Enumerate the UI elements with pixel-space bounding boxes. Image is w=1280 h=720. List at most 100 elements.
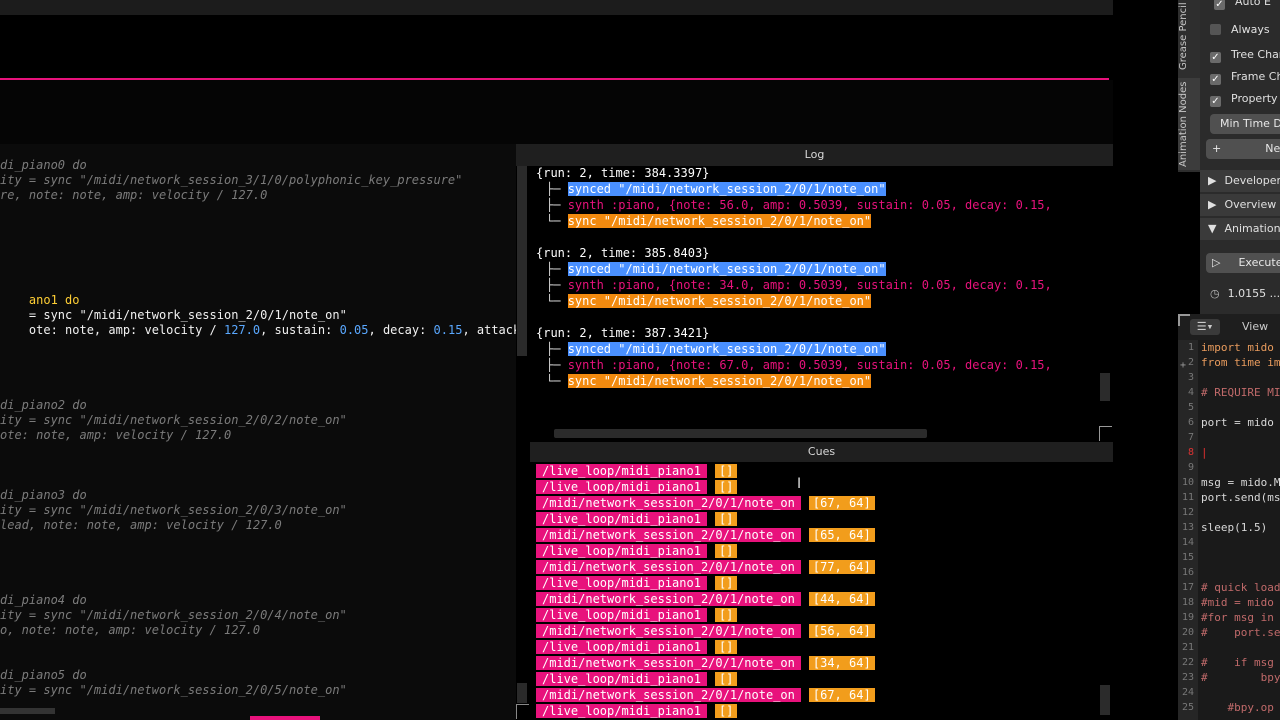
line-number: 9 [1187,462,1194,473]
line-number: 17 [1181,582,1194,593]
editor-scrollbar[interactable] [517,166,527,356]
log-run-header: {run: 2, time: 384.3397} [536,166,710,180]
line-number: 23 [1181,672,1194,683]
cue-row: /live_loop/midi_piano1[] [536,672,738,687]
section-overview[interactable]: ▶ Overview [1200,194,1280,216]
checkbox-tree-changed[interactable]: ✓Tree Chan [1210,48,1280,63]
editor-horizontal-scrollbar[interactable] [0,708,55,714]
log-sync: sync "/midi/network_session_2/0/1/note_o… [567,294,872,308]
panel-resize-handle[interactable] [516,704,529,719]
line-number: 13 [1181,522,1194,533]
cue-row: /live_loop/midi_piano1[] [536,608,738,623]
log-vertical-scrollbar[interactable] [1100,373,1110,401]
text-line: # port.se [1201,626,1280,639]
log-line: ├─ synced "/midi/network_session_2/0/1/n… [546,182,886,196]
cue-row: /live_loop/midi_piano1[] [536,480,738,495]
editor-type-icon[interactable]: ☰▾ [1190,319,1220,335]
log-panel[interactable]: {run: 2, time: 384.3397} ├─ synced "/mid… [530,166,1113,442]
cues-panel[interactable]: /live_loop/midi_piano1[] /live_loop/midi… [530,462,1113,720]
log-synced: synced "/midi/network_session_2/0/1/note… [567,342,886,356]
line-number: 22 [1181,657,1194,668]
line-number: 21 [1181,642,1194,653]
checkbox-icon[interactable] [1210,24,1221,35]
log-line: ├─ synth :piano, {note: 56.0, amp: 0.503… [546,198,1052,212]
line-number: 4 [1187,387,1194,398]
line-number: 6 [1187,417,1194,428]
code-line: di_piano5 do [0,668,87,682]
cue-row: /live_loop/midi_piano1[] [536,576,738,591]
tab-grease-pencil[interactable]: Grease Pencil [1178,0,1200,72]
view-menu[interactable]: View [1242,320,1268,333]
execute-button[interactable]: ▷ Execute [1206,253,1280,273]
editor-scrollbar-lower[interactable] [517,683,527,703]
log-horizontal-scrollbar[interactable] [554,429,927,438]
log-synced: synced "/midi/network_session_2/0/1/note… [567,262,886,276]
top-bar [0,0,1113,15]
code-line: di_piano2 do [0,398,87,412]
log-panel-header: Log [516,144,1113,166]
editor-top-area [0,80,1113,144]
text-cursor: | [1201,446,1208,459]
code-line: ity = sync "/midi/network_session_2/0/5/… [0,683,347,697]
min-time-difference-field[interactable]: Min Time Di [1210,114,1280,134]
log-synth: synth :piano, {note: 56.0, amp: 0.5039, … [567,198,1052,212]
line-number: 2 [1187,357,1194,368]
cue-row: /live_loop/midi_piano1[] [536,544,738,559]
text-line: port.send(ms [1201,491,1280,504]
line-number: 5 [1187,402,1194,413]
section-animation[interactable]: ▼ Animation [1200,218,1280,240]
log-line: └─ sync "/midi/network_session_2/0/1/not… [546,214,872,228]
line-number: 8 [1187,447,1194,458]
chevron-right-icon: ▶ [1208,174,1217,187]
line-number: 1 [1187,342,1194,353]
corner-handle[interactable] [1178,314,1190,326]
play-icon: ▷ [1212,256,1221,269]
checkbox-icon[interactable]: ✓ [1214,0,1225,10]
log-line: └─ sync "/midi/network_session_2/0/1/not… [546,294,872,308]
cue-row: /midi/network_session_2/0/1/note_on [67, … [536,496,875,511]
checkbox-property-changed[interactable]: ✓Property C [1210,92,1280,107]
text-line: # if msg [1201,656,1274,669]
cue-row: /live_loop/midi_piano1[] [536,704,738,719]
cue-row: /midi/network_session_2/0/1/note_on [77, … [536,560,875,575]
text-line: msg = mido.M [1201,476,1280,489]
text-line: import mido [1201,341,1274,354]
cue-row: /midi/network_session_2/0/1/note_on [67, … [536,688,875,703]
section-developer[interactable]: ▶ Developer [1200,170,1280,192]
code-line: lead, note: note, amp: velocity / 127.0 [0,518,282,532]
text-line: # quick load [1201,581,1280,594]
tab-animation-nodes[interactable]: Animation Nodes [1178,78,1200,170]
auto-execution-row[interactable]: ✓ Auto E [1214,0,1271,10]
checkbox-icon[interactable]: ✓ [1210,74,1221,85]
log-line: ├─ synth :piano, {note: 34.0, amp: 0.503… [546,278,1052,292]
panel-resize-handle[interactable] [1099,426,1112,441]
code-line: di_piano0 do [0,158,87,172]
code-line-active: ote: note, amp: velocity / 127.0, sustai… [28,323,516,337]
mouse-cursor-ibeam-icon: I [797,476,802,492]
line-number: 3 [1187,372,1194,383]
log-run-header: {run: 2, time: 387.3421} [536,326,710,340]
chevron-down-icon: ▼ [1208,222,1217,235]
log-synced: synced "/midi/network_session_2/0/1/note… [567,182,886,196]
clock-icon: ◷ [1210,287,1220,300]
line-number: 11 [1181,492,1194,503]
cues-vertical-scrollbar[interactable] [1100,685,1110,715]
log-line: ├─ synced "/midi/network_session_2/0/1/n… [546,262,886,276]
cues-panel-header: Cues [530,442,1113,462]
cue-row: /midi/network_session_2/0/1/note_on [34, … [536,656,875,671]
checkbox-always[interactable]: Always [1210,23,1270,36]
line-number: 7 [1187,432,1194,443]
checkbox-icon[interactable]: ✓ [1210,52,1221,63]
log-synth: synth :piano, {note: 67.0, amp: 0.5039, … [567,358,1052,372]
cue-row: /midi/network_session_2/0/1/note_on [65, … [536,528,875,543]
log-sync: sync "/midi/network_session_2/0/1/note_o… [567,374,872,388]
checkbox-frame-changed[interactable]: ✓Frame Cha [1210,70,1280,85]
code-line: ity = sync "/midi/network_session_2/0/3/… [0,503,347,517]
line-number: 16 [1181,567,1194,578]
cue-row: /live_loop/midi_piano1[] [536,512,738,527]
line-number: 14 [1181,537,1194,548]
code-editor[interactable]: di_piano0 do ity = sync "/midi/network_s… [0,144,516,720]
checkbox-icon[interactable]: ✓ [1210,96,1221,107]
new-button[interactable]: +New [1206,139,1280,159]
text-line: #mid = mido [1201,596,1274,609]
